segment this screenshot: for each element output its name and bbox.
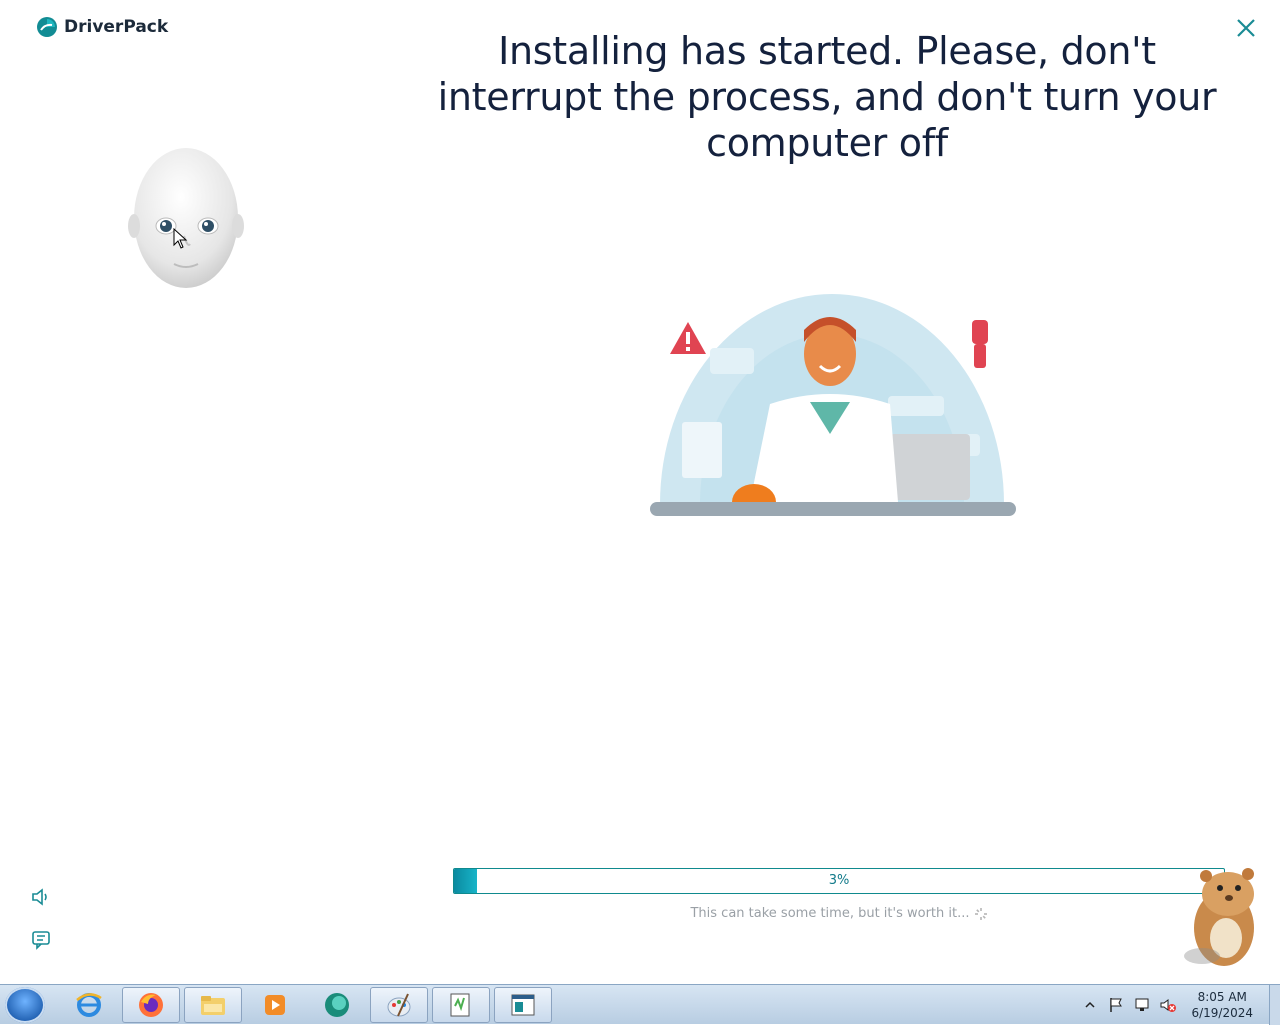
taskbar-media-player[interactable] bbox=[246, 987, 304, 1023]
tray-expand-icon[interactable] bbox=[1081, 996, 1099, 1014]
taskbar-file-explorer[interactable] bbox=[184, 987, 242, 1023]
show-desktop-button[interactable] bbox=[1269, 985, 1280, 1025]
progress-hint-text: This can take some time, but it's worth … bbox=[690, 906, 970, 921]
progress-hint: This can take some time, but it's worth … bbox=[453, 906, 1225, 921]
driverpack-window: DriverPack Installing has started. Pleas… bbox=[0, 0, 1280, 984]
avatar-head bbox=[128, 148, 244, 288]
page-title: Installing has started. Please, don't in… bbox=[437, 29, 1217, 165]
close-icon[interactable] bbox=[1232, 14, 1260, 42]
firefox-icon bbox=[139, 993, 163, 1017]
taskbar-notepad-editor[interactable] bbox=[432, 987, 490, 1023]
hamster-mascot bbox=[1184, 868, 1254, 966]
media-player-icon bbox=[265, 995, 285, 1015]
progress-label: 3% bbox=[828, 873, 850, 888]
logo-text: DriverPack bbox=[64, 17, 169, 37]
clock-time: 8:05 AM bbox=[1197, 990, 1247, 1004]
clock-date: 6/19/2024 bbox=[1191, 1006, 1253, 1020]
driverpack-icon bbox=[325, 993, 349, 1017]
taskbar-clock[interactable]: 8:05 AM 6/19/2024 bbox=[1191, 989, 1253, 1021]
spinner-icon bbox=[974, 907, 987, 920]
taskbar-paint[interactable] bbox=[370, 987, 428, 1023]
action-center-flag-icon[interactable] bbox=[1107, 996, 1125, 1014]
taskbar-app-window[interactable] bbox=[494, 987, 552, 1023]
folder-icon bbox=[201, 996, 225, 1015]
volume-muted-icon[interactable] bbox=[1159, 996, 1177, 1014]
taskbar-firefox[interactable] bbox=[122, 987, 180, 1023]
paint-icon bbox=[387, 993, 411, 1017]
windows-taskbar: 8:05 AM 6/19/2024 bbox=[0, 984, 1280, 1025]
speaker-icon[interactable] bbox=[30, 886, 52, 908]
chat-icon[interactable] bbox=[30, 928, 52, 950]
installer-illustration bbox=[650, 294, 1016, 516]
start-button[interactable] bbox=[5, 987, 45, 1023]
install-progress-bar: 3% bbox=[453, 868, 1225, 894]
network-icon[interactable] bbox=[1133, 996, 1151, 1014]
mouse-cursor-icon bbox=[173, 228, 188, 249]
internet-explorer-icon bbox=[76, 993, 102, 1017]
app-window-icon bbox=[511, 994, 535, 1016]
driverpack-logo-icon bbox=[37, 17, 57, 37]
logo: DriverPack bbox=[36, 16, 168, 38]
system-tray: 8:05 AM 6/19/2024 bbox=[1081, 985, 1280, 1025]
editor-icon bbox=[450, 993, 470, 1017]
taskbar-internet-explorer[interactable] bbox=[60, 987, 118, 1023]
taskbar-driverpack[interactable] bbox=[308, 987, 366, 1023]
